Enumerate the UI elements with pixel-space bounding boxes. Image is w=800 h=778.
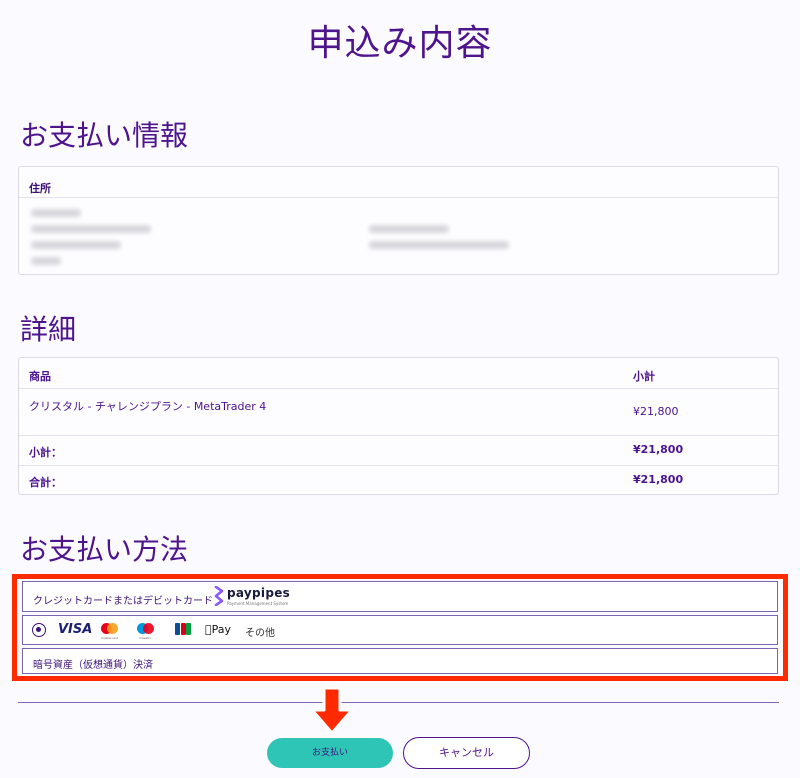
page-title: 申込み内容 — [307, 23, 493, 64]
other-brands-label: その他 — [245, 628, 275, 639]
paypipes-name: paypipes — [227, 586, 291, 600]
product-name: クリスタル - チャレンジプラン - MetaTrader 4 — [29, 400, 267, 413]
details-table: 商品 小計 クリスタル - チャレンジプラン - MetaTrader 4 ¥2… — [18, 357, 779, 495]
paypipes-logo: paypipes Payment Management System — [213, 585, 290, 610]
redacted-text — [31, 209, 81, 217]
column-header-subtotal: 小計 — [633, 370, 655, 383]
card-option-label: クレジットカードまたはデビットカード — [33, 596, 213, 607]
card-radio-button[interactable] — [32, 623, 46, 637]
cancel-button[interactable]: キャンセル — [403, 737, 530, 769]
total-label: 合計： — [29, 476, 62, 489]
visa-icon: VISA — [58, 622, 93, 637]
product-price: ¥21,800 — [633, 405, 679, 418]
subtotal-label: 小計： — [29, 446, 62, 459]
crypto-payment-option[interactable]: 暗号資産（仮想通貨）決済 — [22, 648, 778, 674]
paypipes-tagline: Payment Management System — [227, 601, 289, 606]
details-heading: 詳細 — [20, 313, 77, 346]
subtotal-value: ¥21,800 — [633, 443, 684, 456]
apple-pay-icon: Pay — [205, 623, 231, 636]
arrow-down-icon — [310, 686, 354, 735]
table-header-row: 商品 小計 — [19, 358, 778, 389]
paypipes-icon — [214, 585, 224, 607]
pay-button[interactable]: お支払い — [267, 738, 393, 768]
total-row: 合計： ¥21,800 — [19, 466, 778, 496]
address-label: 住所 — [29, 182, 51, 195]
card-payment-option[interactable]: クレジットカードまたはデビットカード paypipes Payment Mana… — [22, 581, 778, 612]
mastercard-icon: mastercard — [101, 623, 121, 640]
redacted-text — [369, 241, 509, 249]
subtotal-row: 小計： ¥21,800 — [19, 436, 778, 466]
column-header-product: 商品 — [29, 370, 51, 383]
billing-heading: お支払い情報 — [20, 119, 189, 152]
address-card: 住所 — [18, 166, 779, 275]
crypto-option-label: 暗号資産（仮想通貨）決済 — [33, 660, 153, 671]
table-row: クリスタル - チャレンジプラン - MetaTrader 4 ¥21,800 — [19, 389, 778, 436]
card-brands-row[interactable]: VISA mastercard maestro Pay その他 — [22, 615, 778, 645]
redacted-text — [31, 225, 151, 233]
maestro-icon: maestro — [137, 623, 157, 640]
divider — [18, 702, 779, 703]
payment-method-highlight: クレジットカードまたはデビットカード paypipes Payment Mana… — [12, 574, 788, 681]
redacted-text — [369, 225, 449, 233]
redacted-text — [31, 241, 121, 249]
jcb-icon — [175, 623, 191, 635]
total-value: ¥21,800 — [633, 473, 684, 486]
redacted-text — [31, 257, 61, 265]
payment-heading: お支払い方法 — [20, 533, 189, 566]
